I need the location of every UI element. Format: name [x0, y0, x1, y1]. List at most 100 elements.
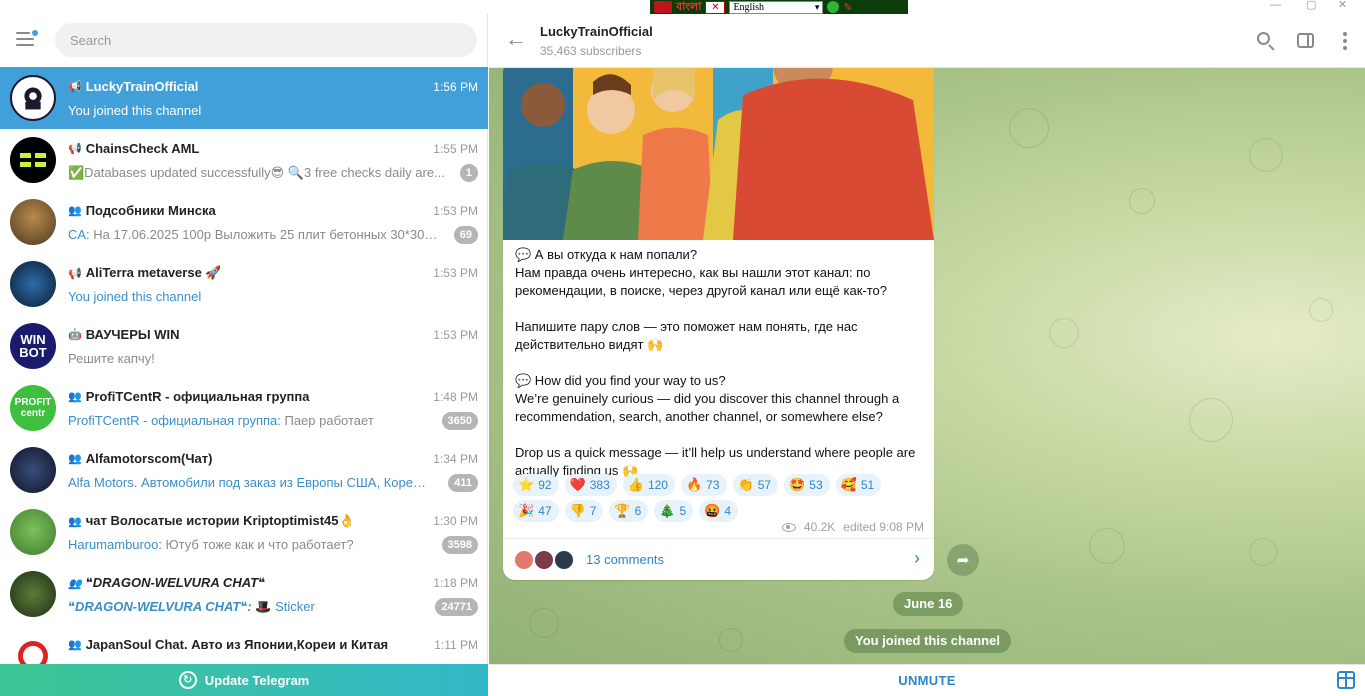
chat-item-alfamotors[interactable]: 👥 Alfamotorscom(Чат) 1:34 PM Alfa Motors.…	[0, 439, 488, 501]
chat-last-message: ✅Databases updated successfully😎 🔍3 free…	[68, 165, 445, 180]
comments-button[interactable]: 13 comments ›	[503, 538, 934, 580]
avatar: WIN BOT	[10, 323, 56, 369]
language-select[interactable]: English	[729, 0, 824, 14]
chat-item-chainscheck[interactable]: 📢 ChainsCheck AML 1:55 PM ✅Databases upda…	[0, 129, 488, 191]
chat-list-header: Search	[0, 14, 488, 67]
chat-time: 1:30 PM	[433, 514, 478, 528]
close-x-icon[interactable]: ✕	[705, 0, 726, 14]
view-count: 40.2K	[803, 520, 836, 534]
reaction-chip[interactable]: 🤩 53	[784, 474, 830, 496]
reaction-count: 7	[589, 504, 597, 518]
reaction-count: 92	[538, 478, 552, 492]
avatar	[10, 571, 56, 617]
chat-time: 1:11 PM	[434, 638, 478, 652]
group-icon: 👥	[68, 205, 82, 217]
bottom-bar: UNMUTE	[489, 664, 1365, 696]
chat-item-luckytrain[interactable]: 📢 LuckyTrainOfficial 1:56 PM You joined t…	[0, 67, 488, 129]
chat-title: 👥 ProfiTCentR - официальная группа	[68, 389, 310, 404]
search-icon[interactable]	[1255, 30, 1277, 52]
chat-time: 1:55 PM	[433, 142, 478, 156]
chat-item-vauchery-win[interactable]: WIN BOT 🤖 ВАУЧЕРЫ WIN 1:53 PM Решите капчу…	[0, 315, 488, 377]
chat-title: 👥 JapanSoul Chat. Авто из Японии,Кореи и …	[68, 637, 389, 652]
gift-icon[interactable]	[1337, 671, 1355, 689]
sidebar-toggle-icon[interactable]	[1295, 30, 1317, 52]
reaction-emoji-icon: 🎄	[659, 503, 676, 518]
reaction-chip[interactable]: ❤️ 383	[564, 474, 617, 496]
post-text: 💬 А вы откуда к нам попали? Нам правда о…	[515, 247, 916, 478]
unmute-button[interactable]: UNMUTE	[489, 673, 1365, 688]
chat-item-podsobniki[interactable]: 👥 Подсобники Минска 1:53 PM CA: На 17.06.…	[0, 191, 488, 253]
language-script-label: বাংলা	[676, 0, 702, 13]
avatar	[10, 633, 56, 664]
reaction-chip[interactable]: 👍 120	[622, 474, 675, 496]
unread-badge: 69	[453, 226, 478, 244]
commenter-avatar	[553, 549, 575, 571]
refresh-icon: ↻	[178, 671, 197, 689]
chat-last-message: You joined this channel	[68, 289, 202, 304]
search-input[interactable]: Search	[55, 23, 477, 57]
reaction-emoji-icon: 👍	[627, 477, 644, 492]
reaction-chip[interactable]: 🎄 5	[654, 500, 694, 522]
reaction-emoji-icon: ⭐	[518, 477, 535, 492]
reaction-count: 57	[757, 478, 772, 492]
mic-off-icon[interactable]: ✎	[843, 1, 852, 14]
chat-last-message: Решите капчу!	[68, 351, 155, 366]
commenter-avatar	[533, 549, 555, 571]
hamburger-menu-icon[interactable]	[16, 30, 38, 48]
reaction-chip[interactable]: 🤬 4	[699, 500, 739, 522]
avatar	[10, 447, 56, 493]
unread-badge: 3598	[441, 536, 478, 554]
chat-item-dragon-welvura[interactable]: 👥 ❝DRAGON-WELVURA CHAT❝ 1:18 PM ❝DRAGON-W…	[0, 563, 488, 625]
reaction-chip[interactable]: 👎 7	[564, 500, 604, 522]
reaction-chip[interactable]: 🏆 6	[609, 500, 649, 522]
chat-last-message: Harumamburoo: Ютуб тоже как и что работа…	[68, 537, 354, 552]
maximize-icon[interactable]: ▢	[1306, 0, 1316, 11]
share-forward-icon[interactable]: ➦	[947, 544, 979, 576]
chat-last-message: CA: На 17.06.2025 100р Выложить 25 плит …	[68, 227, 438, 242]
reaction-chip[interactable]: 🔥 73	[680, 474, 727, 496]
confirm-check-icon[interactable]	[827, 1, 840, 13]
chat-time: 1:34 PM	[433, 452, 478, 466]
chat-last-message: ❝DRAGON-WELVURA CHAT❝: 🎩 Sticker	[68, 599, 315, 614]
avatar: PROFIT centr	[10, 385, 56, 431]
subscriber-count: 35,463 subscribers	[540, 44, 642, 58]
group-icon: 👥	[68, 391, 82, 403]
chat-title: 👥 чат Волосатые истории Kriptoptimist45👌	[68, 513, 355, 528]
chat-item-profitcentr[interactable]: PROFIT centr 👥 ProfiTCentR - официальная г…	[0, 377, 488, 439]
reaction-count: 6	[634, 504, 642, 518]
chat-last-message: ProfiTCentR - официальная группа: Паер р…	[68, 413, 374, 428]
reaction-chip[interactable]: 👏 57	[732, 474, 779, 496]
chat-item-volosatye[interactable]: 👥 чат Волосатые истории Kriptoptimist45👌 …	[0, 501, 488, 563]
update-telegram-button[interactable]: ↻ Update Telegram	[0, 664, 488, 696]
minimize-icon[interactable]: —	[1270, 0, 1281, 11]
reaction-chip[interactable]: 🎉 47	[513, 500, 559, 522]
group-icon: 👥	[68, 515, 82, 528]
chat-time: 1:53 PM	[433, 204, 478, 218]
more-options-icon[interactable]	[1334, 30, 1356, 52]
chat-title: 👥 ❝DRAGON-WELVURA CHAT❝	[68, 575, 266, 590]
notification-dot	[32, 30, 38, 36]
chat-title: 👥 Alfamotorscom(Чат)	[68, 451, 213, 466]
reaction-emoji-icon: 🤬	[704, 503, 721, 518]
close-window-icon[interactable]: ✕	[1338, 0, 1347, 11]
back-arrow-icon[interactable]: ←	[505, 28, 527, 50]
channel-megaphone-icon: 📢	[68, 81, 82, 93]
reaction-chip[interactable]: ⭐ 92	[513, 474, 559, 496]
chat-time: 1:18 PM	[433, 576, 478, 590]
chat-item-aliterra[interactable]: 📢 AliTerra metaverse 🚀 1:53 PM You joined…	[0, 253, 488, 315]
reaction-chip[interactable]: 🥰 51	[835, 474, 882, 496]
avatar	[10, 199, 56, 245]
bot-icon: 🤖	[68, 329, 82, 341]
chat-title: 📢 AliTerra metaverse 🚀	[68, 265, 222, 280]
unread-badge: 24771	[435, 598, 478, 616]
channel-title[interactable]: LuckyTrainOfficial	[540, 24, 653, 39]
update-label: Update Telegram	[204, 672, 310, 688]
reaction-count: 120	[647, 478, 668, 492]
channel-megaphone-icon: 📢	[68, 267, 82, 280]
chat-title: 📢 ChainsCheck AML	[68, 141, 200, 156]
post-meta: 40.2K edited 9:08 PM	[781, 520, 924, 534]
chat-item-japansoul[interactable]: 👥 JapanSoul Chat. Авто из Японии,Кореи и …	[0, 625, 488, 664]
group-icon: 👥	[68, 453, 82, 465]
unread-badge: 411	[448, 474, 478, 492]
telegram-window: বাংলা ✕ English ✎ — ▢ ✕ Search 📢LuckyTra…	[0, 0, 1365, 696]
